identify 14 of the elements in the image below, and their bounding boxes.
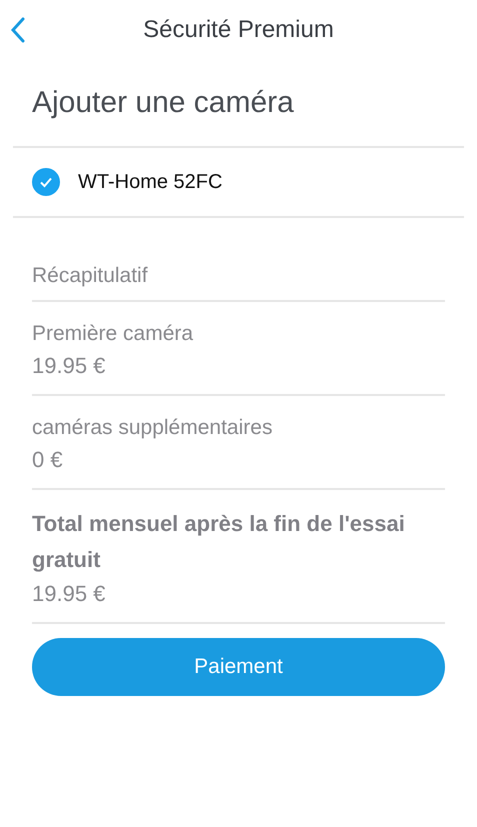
page-heading: Ajouter une caméra: [32, 86, 295, 121]
summary-label: Total mensuel après la fin de l'essai gratuit: [32, 510, 406, 574]
screen-title: Sécurité Premium: [143, 16, 334, 44]
summary-title: Récapitulatif: [32, 264, 445, 302]
back-icon: [10, 17, 26, 43]
checkbox[interactable]: [32, 168, 60, 196]
checkmark-icon: [39, 175, 53, 189]
payment-button[interactable]: Paiement: [32, 638, 445, 696]
summary-label: caméras supplémentaires: [32, 415, 274, 441]
summary-value: 19.95 €: [32, 352, 106, 380]
summary-value: 19.95 €: [32, 580, 106, 608]
summary-value: 0 €: [32, 446, 64, 474]
camera-name: WT-Home 52FC: [78, 170, 222, 194]
summary-label: Première caméra: [32, 321, 194, 347]
